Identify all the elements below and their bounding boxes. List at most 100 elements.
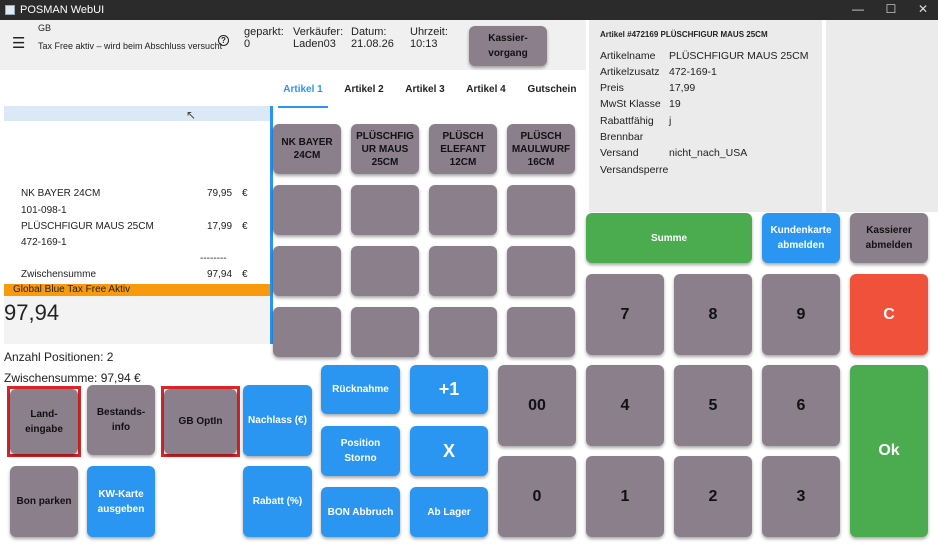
article-button-empty[interactable]	[273, 246, 341, 296]
article-button[interactable]: PLÜSCHFIG UR MAUS 25CM	[351, 124, 419, 174]
numpad-6-button[interactable]: 6	[762, 365, 840, 446]
pos-header: ☰ GB Tax Free aktiv – wird beim Abschlus…	[0, 20, 586, 70]
maximize-button[interactable]: ☐	[876, 2, 906, 16]
receipt-selection-row[interactable]	[4, 106, 272, 121]
article-info-panel: Artikel #472169 PLÜSCHFIGUR MAUS 25CM Ar…	[589, 20, 822, 212]
menu-icon[interactable]: ☰	[12, 34, 25, 52]
receipt-item-currency: €	[242, 221, 248, 232]
receipt-item-price: 79,95	[207, 188, 233, 199]
total-amount: 97,94	[4, 300, 60, 325]
gb-optin-button[interactable]: GB OptIn	[164, 389, 237, 454]
article-button-empty[interactable]	[273, 307, 341, 357]
article-button-empty[interactable]	[351, 185, 419, 235]
info-value: nicht_nach_USA	[669, 147, 748, 159]
article-button-empty[interactable]	[351, 307, 419, 357]
info-value: 17,99	[669, 82, 696, 94]
article-button-empty[interactable]	[429, 246, 497, 296]
numpad-1-button[interactable]: 1	[586, 456, 664, 537]
receipt-item-name: PLÜSCHFIGUR MAUS 25CM	[21, 221, 154, 232]
app-logo-icon	[5, 5, 15, 15]
plus-one-button[interactable]: +1	[410, 365, 488, 414]
close-button[interactable]: ✕	[908, 2, 938, 16]
window-titlebar: POSMAN WebUI — ☐ ✕	[0, 0, 938, 20]
numpad-8-button[interactable]: 8	[674, 274, 752, 355]
tab-gutschein[interactable]: Gutschein	[524, 84, 580, 95]
article-button-empty[interactable]	[507, 307, 575, 357]
uhrzeit-value: 10:13	[410, 38, 438, 50]
summe-button[interactable]: Summe	[586, 213, 752, 263]
numpad-2-button[interactable]: 2	[674, 456, 752, 537]
kw-karte-button[interactable]: KW-Karte ausgeben	[87, 466, 155, 537]
ab-lager-button[interactable]: Ab Lager	[410, 487, 488, 537]
position-storno-button[interactable]: Position Storno	[321, 426, 400, 476]
active-tab-indicator	[278, 106, 328, 108]
info-value: PLÜSCHFIGUR MAUS 25CM	[669, 50, 809, 62]
country-code: GB	[38, 23, 52, 33]
info-value: 19	[669, 98, 681, 110]
article-button-empty[interactable]	[351, 246, 419, 296]
ruecknahme-button[interactable]: Rücknahme	[321, 365, 400, 414]
ok-button[interactable]: Ok	[850, 365, 928, 537]
article-button[interactable]: NK BAYER 24CM	[273, 124, 341, 174]
rabatt-button[interactable]: Rabatt (%)	[243, 466, 312, 537]
bon-abbruch-button[interactable]: BON Abbruch	[321, 487, 400, 537]
info-side-panel	[826, 20, 938, 212]
taxfree-note: Tax Free aktiv – wird beim Abschluss ver…	[38, 41, 223, 51]
x-button[interactable]: X	[410, 426, 488, 476]
kassiervorgang-button[interactable]: Kassier- vorgang	[469, 26, 547, 66]
geparkt-value: 0	[244, 38, 251, 50]
receipt-subtotal-currency: €	[242, 269, 248, 280]
datum-label: Datum:	[351, 26, 387, 38]
landeingabe-button[interactable]: Land-eingabe	[10, 389, 78, 454]
article-button-empty[interactable]	[507, 185, 575, 235]
info-label: Brennbar	[600, 131, 644, 143]
kundenkarte-abmelden-button[interactable]: Kundenkarte abmelden	[762, 213, 840, 263]
numpad-4-button[interactable]: 4	[586, 365, 664, 446]
article-button-empty[interactable]	[429, 307, 497, 357]
receipt-item-name: NK BAYER 24CM	[21, 188, 101, 199]
bon-parken-button[interactable]: Bon parken	[10, 466, 78, 537]
info-label: Artikelzusatz	[600, 66, 660, 78]
help-icon[interactable]: ?	[218, 35, 229, 46]
numpad-00-button[interactable]: 00	[498, 365, 576, 446]
tab-artikel-1[interactable]: Artikel 1	[278, 84, 328, 95]
numpad-9-button[interactable]: 9	[762, 274, 840, 355]
article-button-empty[interactable]	[507, 246, 575, 296]
kassierer-abmelden-button[interactable]: Kassierer abmelden	[850, 213, 928, 263]
nachlass-button[interactable]: Nachlass (€)	[243, 385, 312, 456]
numpad-5-button[interactable]: 5	[674, 365, 752, 446]
receipt-item-price: 17,99	[207, 221, 233, 232]
geparkt-label: geparkt:	[244, 26, 284, 38]
info-label: Versandsperre	[600, 164, 669, 176]
tab-artikel-3[interactable]: Artikel 3	[400, 84, 450, 95]
article-button[interactable]: PLÜSCH MAULWURF 16CM	[507, 124, 575, 174]
article-button-empty[interactable]	[273, 185, 341, 235]
receipt-item-currency: €	[242, 188, 248, 199]
numpad-0-button[interactable]: 0	[498, 456, 576, 537]
taxfree-banner: Global Blue Tax Free Aktiv	[4, 284, 272, 296]
article-button[interactable]: PLÜSCH ELEFANT 12CM	[429, 124, 497, 174]
tab-artikel-4[interactable]: Artikel 4	[461, 84, 511, 95]
clear-button[interactable]: C	[850, 274, 928, 355]
receipt-subtotal-value: 97,94	[207, 269, 233, 280]
article-button-empty[interactable]	[429, 185, 497, 235]
receipt-item-code: 472-169-1	[21, 237, 67, 248]
info-label: Preis	[600, 82, 624, 94]
info-value: 472-169-1	[669, 66, 717, 78]
receipt-item-code: 101-098-1	[21, 205, 67, 216]
bestandsinfo-button[interactable]: Bestands-info	[87, 385, 155, 455]
uhrzeit-label: Uhrzeit:	[410, 26, 448, 38]
datum-value: 21.08.26	[351, 38, 394, 50]
mouse-cursor-icon: ↖	[186, 108, 197, 122]
tab-artikel-2[interactable]: Artikel 2	[339, 84, 389, 95]
positions-count: Anzahl Positionen: 2	[4, 350, 114, 364]
minimize-button[interactable]: —	[843, 2, 873, 16]
info-label: Artikelname	[600, 50, 656, 62]
receipt-subtotal-label: Zwischensumme	[21, 269, 97, 280]
numpad-3-button[interactable]: 3	[762, 456, 840, 537]
zwischensumme-text: Zwischensumme: 97,94 €	[4, 371, 141, 385]
info-label: MwSt Klasse	[600, 98, 661, 110]
numpad-7-button[interactable]: 7	[586, 274, 664, 355]
verkaeufer-value: Laden03	[293, 38, 336, 50]
info-label: Rabattfähig	[600, 115, 654, 127]
